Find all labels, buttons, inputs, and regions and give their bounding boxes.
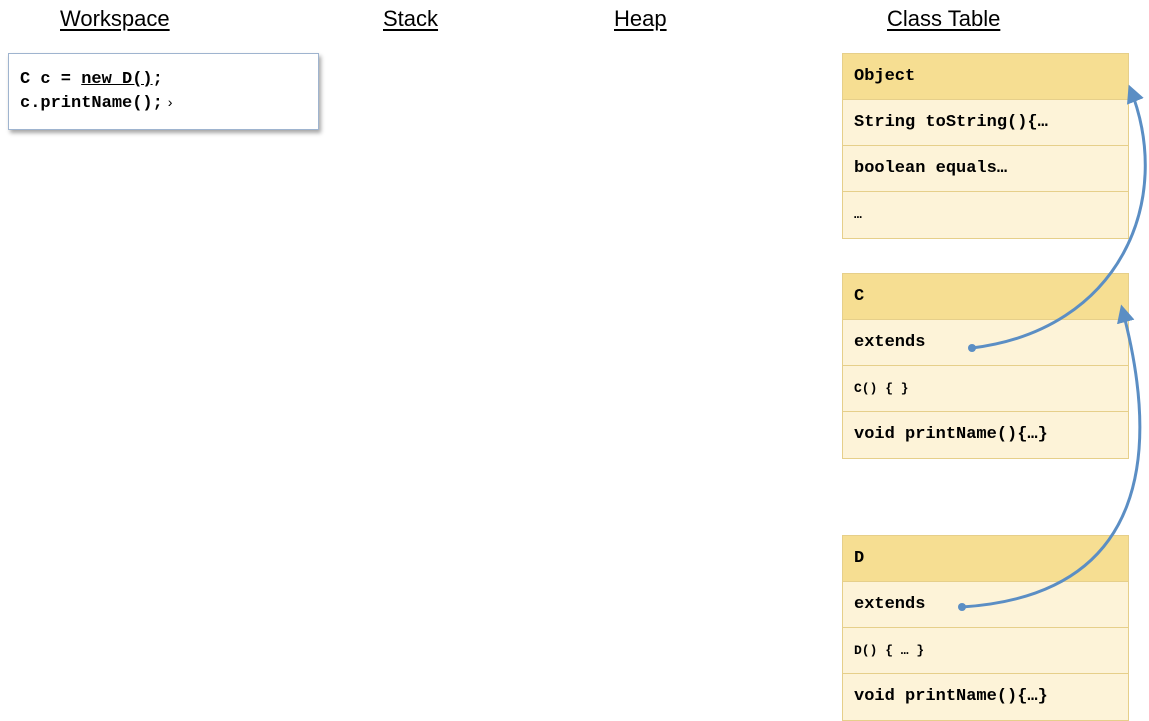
class-d-row-printname: void printName(){…} bbox=[843, 674, 1128, 720]
code-line-1-prefix: C c = bbox=[20, 70, 82, 89]
class-object-box: Object String toString(){… boolean equal… bbox=[842, 53, 1129, 239]
heap-heading: Heap bbox=[614, 6, 667, 31]
class-object-row-equals: boolean equals… bbox=[843, 146, 1128, 192]
workspace-code-box: C c = new D(); c.printName(); › bbox=[8, 53, 319, 130]
class-d-row-constructor: D() { … } bbox=[843, 628, 1128, 674]
class-d-row-extends: extends bbox=[843, 582, 1128, 628]
code-line-1-suffix: ; bbox=[152, 70, 163, 89]
code-line-2-text: c.printName(); bbox=[20, 94, 163, 113]
class-c-header: C bbox=[843, 274, 1128, 320]
code-line-1: C c = new D(); bbox=[20, 68, 318, 92]
class-c-row-extends: extends bbox=[843, 320, 1128, 366]
execution-cursor-marker: › bbox=[165, 96, 175, 112]
class-table-heading: Class Table bbox=[887, 6, 1001, 31]
code-line-2: c.printName(); › bbox=[20, 92, 318, 116]
class-d-header: D bbox=[843, 536, 1128, 582]
class-object-row-tostring: String toString(){… bbox=[843, 100, 1128, 146]
class-d-box: D extends D() { … } void printName(){…} bbox=[842, 535, 1129, 721]
class-object-row-ellipsis: … bbox=[843, 192, 1128, 238]
stack-heading: Stack bbox=[383, 6, 439, 31]
workspace-heading: Workspace bbox=[60, 6, 170, 31]
code-line-1-new-expression: new D() bbox=[81, 70, 153, 89]
class-c-box: C extends C() { } void printName(){…} bbox=[842, 273, 1129, 459]
class-c-row-constructor: C() { } bbox=[843, 366, 1128, 412]
class-object-header: Object bbox=[843, 54, 1128, 100]
class-c-row-printname: void printName(){…} bbox=[843, 412, 1128, 458]
